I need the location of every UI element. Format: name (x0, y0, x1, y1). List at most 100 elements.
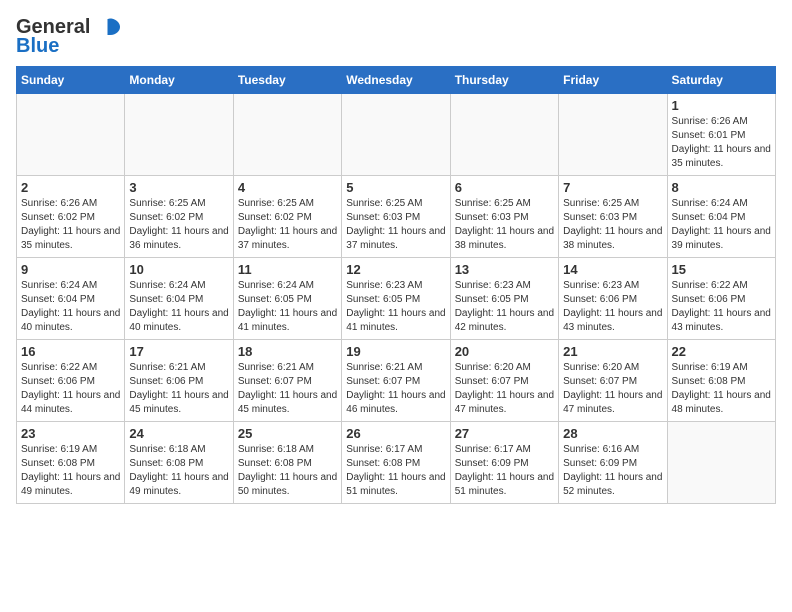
logo: General Blue (16, 16, 122, 58)
day-info: Sunrise: 6:24 AM Sunset: 6:04 PM Dayligh… (129, 279, 228, 335)
weekday-header-monday: Monday (125, 67, 233, 94)
weekday-header-saturday: Saturday (667, 67, 775, 94)
day-info: Sunrise: 6:24 AM Sunset: 6:05 PM Dayligh… (238, 279, 337, 335)
day-number: 12 (346, 262, 445, 277)
calendar-cell: 2 Sunrise: 6:26 AM Sunset: 6:02 PM Daylig… (17, 176, 125, 258)
day-number: 6 (455, 180, 554, 195)
day-number: 20 (455, 344, 554, 359)
day-number: 22 (672, 344, 771, 359)
day-number: 27 (455, 426, 554, 441)
day-info: Sunrise: 6:25 AM Sunset: 6:02 PM Dayligh… (129, 197, 228, 253)
day-number: 5 (346, 180, 445, 195)
calendar-cell: 11 Sunrise: 6:24 AM Sunset: 6:05 PM Dayli… (233, 258, 341, 340)
calendar-week-row: 2 Sunrise: 6:26 AM Sunset: 6:02 PM Daylig… (17, 176, 776, 258)
calendar-cell: 22 Sunrise: 6:19 AM Sunset: 6:08 PM Dayli… (667, 340, 775, 422)
day-info: Sunrise: 6:19 AM Sunset: 6:08 PM Dayligh… (21, 443, 120, 499)
calendar-cell: 8 Sunrise: 6:24 AM Sunset: 6:04 PM Daylig… (667, 176, 775, 258)
day-number: 2 (21, 180, 120, 195)
calendar-cell: 10Sunrise: 6:24 AM Sunset: 6:04 PM Dayli… (125, 258, 233, 340)
calendar-cell: 1 Sunrise: 6:26 AM Sunset: 6:01 PM Daylig… (667, 94, 775, 176)
calendar-cell (17, 94, 125, 176)
calendar-cell: 13 Sunrise: 6:23 AM Sunset: 6:05 PM Dayli… (450, 258, 558, 340)
day-number: 16 (21, 344, 120, 359)
day-number: 18 (238, 344, 337, 359)
day-number: 1 (672, 98, 771, 113)
calendar-cell: 19 Sunrise: 6:21 AM Sunset: 6:07 PM Dayli… (342, 340, 450, 422)
calendar-cell: 15 Sunrise: 6:22 AM Sunset: 6:06 PM Dayli… (667, 258, 775, 340)
page-header: General Blue (16, 16, 776, 58)
day-info: Sunrise: 6:26 AM Sunset: 6:01 PM Dayligh… (672, 115, 771, 171)
day-info: Sunrise: 6:22 AM Sunset: 6:06 PM Dayligh… (672, 279, 771, 335)
day-number: 7 (563, 180, 662, 195)
calendar-cell: 7 Sunrise: 6:25 AM Sunset: 6:03 PM Daylig… (559, 176, 667, 258)
day-number: 28 (563, 426, 662, 441)
day-number: 9 (21, 262, 120, 277)
calendar-cell (667, 422, 775, 504)
day-info: Sunrise: 6:20 AM Sunset: 6:07 PM Dayligh… (563, 361, 662, 417)
calendar-cell (450, 94, 558, 176)
day-info: Sunrise: 6:18 AM Sunset: 6:08 PM Dayligh… (129, 443, 228, 499)
calendar-cell: 28 Sunrise: 6:16 AM Sunset: 6:09 PM Dayli… (559, 422, 667, 504)
calendar-cell: 25Sunrise: 6:18 AM Sunset: 6:08 PM Dayli… (233, 422, 341, 504)
day-number: 15 (672, 262, 771, 277)
day-info: Sunrise: 6:21 AM Sunset: 6:07 PM Dayligh… (346, 361, 445, 417)
calendar-cell: 16 Sunrise: 6:22 AM Sunset: 6:06 PM Dayli… (17, 340, 125, 422)
day-info: Sunrise: 6:25 AM Sunset: 6:03 PM Dayligh… (346, 197, 445, 253)
day-info: Sunrise: 6:21 AM Sunset: 6:07 PM Dayligh… (238, 361, 337, 417)
calendar-cell: 20 Sunrise: 6:20 AM Sunset: 6:07 PM Dayli… (450, 340, 558, 422)
day-number: 14 (563, 262, 662, 277)
day-info: Sunrise: 6:26 AM Sunset: 6:02 PM Dayligh… (21, 197, 120, 253)
calendar-cell: 12Sunrise: 6:23 AM Sunset: 6:05 PM Dayli… (342, 258, 450, 340)
calendar-cell: 6 Sunrise: 6:25 AM Sunset: 6:03 PM Daylig… (450, 176, 558, 258)
calendar-cell: 4 Sunrise: 6:25 AM Sunset: 6:02 PM Daylig… (233, 176, 341, 258)
day-info: Sunrise: 6:23 AM Sunset: 6:05 PM Dayligh… (455, 279, 554, 335)
weekday-header-friday: Friday (559, 67, 667, 94)
calendar-cell: 17 Sunrise: 6:21 AM Sunset: 6:06 PM Dayli… (125, 340, 233, 422)
calendar-cell: 23Sunrise: 6:19 AM Sunset: 6:08 PM Dayli… (17, 422, 125, 504)
day-info: Sunrise: 6:25 AM Sunset: 6:03 PM Dayligh… (455, 197, 554, 253)
weekday-header-row: SundayMondayTuesdayWednesdayThursdayFrid… (17, 67, 776, 94)
day-number: 24 (129, 426, 228, 441)
calendar-cell: 27 Sunrise: 6:17 AM Sunset: 6:09 PM Dayli… (450, 422, 558, 504)
day-info: Sunrise: 6:19 AM Sunset: 6:08 PM Dayligh… (672, 361, 771, 417)
calendar-cell (125, 94, 233, 176)
day-number: 17 (129, 344, 228, 359)
day-info: Sunrise: 6:17 AM Sunset: 6:09 PM Dayligh… (455, 443, 554, 499)
calendar-cell: 9 Sunrise: 6:24 AM Sunset: 6:04 PM Daylig… (17, 258, 125, 340)
day-info: Sunrise: 6:24 AM Sunset: 6:04 PM Dayligh… (672, 197, 771, 253)
day-number: 3 (129, 180, 228, 195)
day-number: 8 (672, 180, 771, 195)
calendar-cell: 5 Sunrise: 6:25 AM Sunset: 6:03 PM Daylig… (342, 176, 450, 258)
calendar-cell (233, 94, 341, 176)
calendar-cell: 14 Sunrise: 6:23 AM Sunset: 6:06 PM Dayli… (559, 258, 667, 340)
calendar-week-row: 23Sunrise: 6:19 AM Sunset: 6:08 PM Dayli… (17, 422, 776, 504)
calendar-cell: 24 Sunrise: 6:18 AM Sunset: 6:08 PM Dayli… (125, 422, 233, 504)
day-info: Sunrise: 6:23 AM Sunset: 6:06 PM Dayligh… (563, 279, 662, 335)
calendar-week-row: 9 Sunrise: 6:24 AM Sunset: 6:04 PM Daylig… (17, 258, 776, 340)
day-info: Sunrise: 6:17 AM Sunset: 6:08 PM Dayligh… (346, 443, 445, 499)
day-number: 4 (238, 180, 337, 195)
day-number: 21 (563, 344, 662, 359)
day-info: Sunrise: 6:25 AM Sunset: 6:03 PM Dayligh… (563, 197, 662, 253)
calendar-week-row: 1 Sunrise: 6:26 AM Sunset: 6:01 PM Daylig… (17, 94, 776, 176)
calendar-cell (559, 94, 667, 176)
day-number: 13 (455, 262, 554, 277)
weekday-header-tuesday: Tuesday (233, 67, 341, 94)
logo-bird-icon (94, 17, 122, 39)
logo-blue-text: Blue (16, 35, 59, 58)
day-info: Sunrise: 6:18 AM Sunset: 6:08 PM Dayligh… (238, 443, 337, 499)
calendar-cell: 26Sunrise: 6:17 AM Sunset: 6:08 PM Dayli… (342, 422, 450, 504)
calendar-cell: 21 Sunrise: 6:20 AM Sunset: 6:07 PM Dayli… (559, 340, 667, 422)
day-info: Sunrise: 6:24 AM Sunset: 6:04 PM Dayligh… (21, 279, 120, 335)
weekday-header-thursday: Thursday (450, 67, 558, 94)
day-info: Sunrise: 6:22 AM Sunset: 6:06 PM Dayligh… (21, 361, 120, 417)
weekday-header-wednesday: Wednesday (342, 67, 450, 94)
day-number: 19 (346, 344, 445, 359)
day-info: Sunrise: 6:16 AM Sunset: 6:09 PM Dayligh… (563, 443, 662, 499)
calendar-cell (342, 94, 450, 176)
day-info: Sunrise: 6:21 AM Sunset: 6:06 PM Dayligh… (129, 361, 228, 417)
calendar-table: SundayMondayTuesdayWednesdayThursdayFrid… (16, 66, 776, 504)
day-info: Sunrise: 6:20 AM Sunset: 6:07 PM Dayligh… (455, 361, 554, 417)
day-number: 11 (238, 262, 337, 277)
day-info: Sunrise: 6:25 AM Sunset: 6:02 PM Dayligh… (238, 197, 337, 253)
